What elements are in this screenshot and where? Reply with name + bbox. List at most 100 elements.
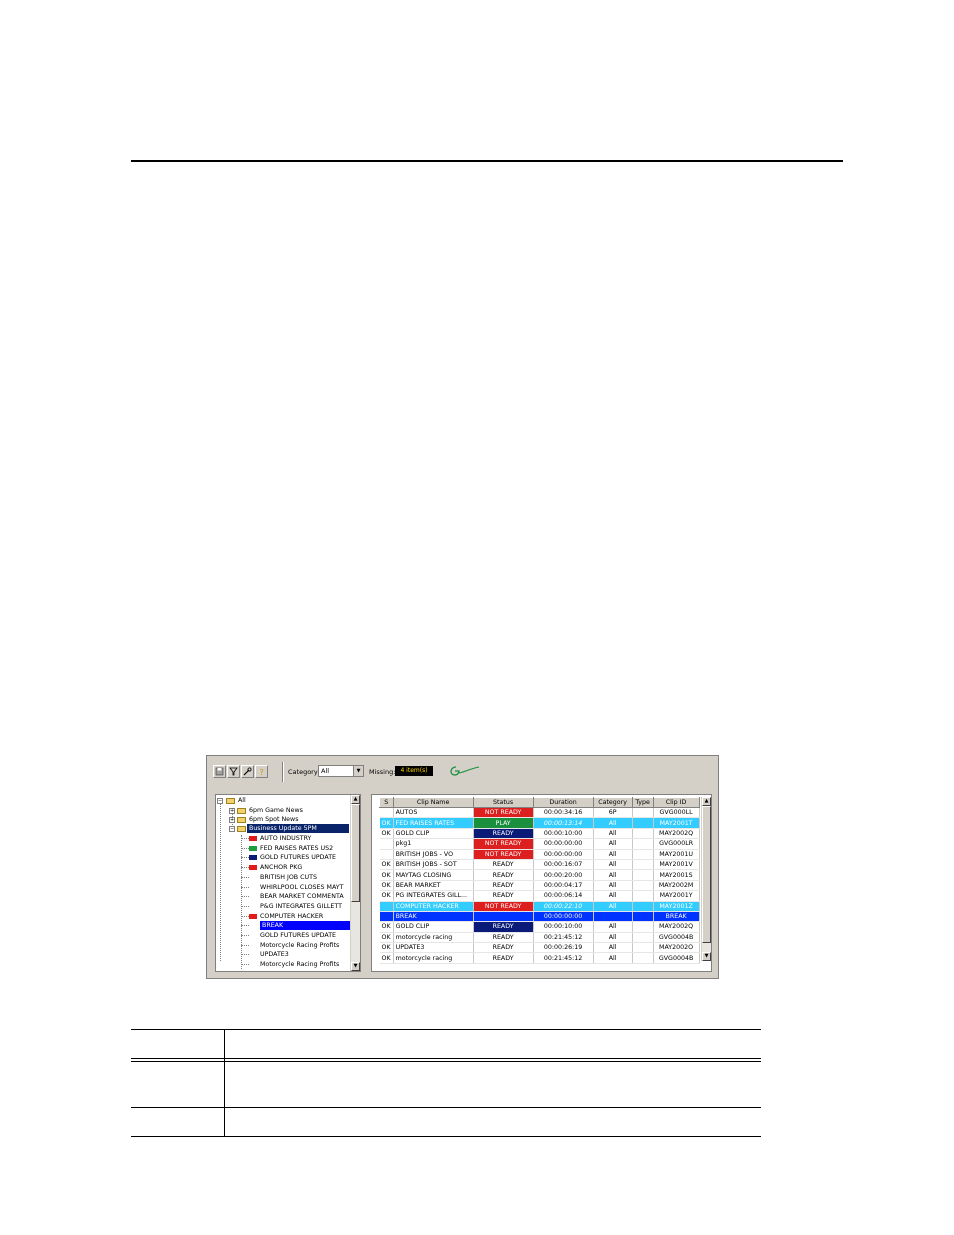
rundown-tree[interactable]: − All + 6pm Game News + 6pm Spot News − … <box>215 794 361 972</box>
status-square-icon <box>249 836 257 841</box>
table-rule <box>131 1107 761 1108</box>
cell-id: MAY2002O <box>653 942 700 954</box>
cell-id: MAY2001Z <box>653 901 700 912</box>
tree-item[interactable]: COMPUTER HACKER <box>260 912 323 921</box>
cell-id: MAY2001V <box>653 859 700 871</box>
clip-grid[interactable]: S Clip Name Status Duration Category Typ… <box>371 794 712 972</box>
tree-item[interactable]: ANCHOR PKG <box>260 863 302 872</box>
table-row[interactable]: OK GOLD CLIP READY 00:00:10:00 All MAY2002Q <box>379 828 700 840</box>
scroll-down-icon[interactable]: ▼ <box>351 962 360 971</box>
filter-icon[interactable] <box>227 765 240 778</box>
cell-type <box>632 817 654 829</box>
table-row[interactable]: OK BEAR MARKET READY 00:00:04:17 All MAY2002M <box>379 880 700 892</box>
folder-icon <box>237 817 246 823</box>
tree-guide <box>241 886 249 888</box>
scroll-up-icon[interactable]: ▲ <box>351 795 360 804</box>
cell-duration: 00:00:10:00 <box>533 921 594 933</box>
cell-type <box>632 942 654 954</box>
table-row[interactable]: OK FED RAISES RATES PLAY 00:00:13:14 All MAY2… <box>379 817 700 829</box>
column-header[interactable]: Clip ID <box>652 797 700 808</box>
tree-item[interactable]: Motorcycle Racing Profits <box>260 941 339 950</box>
scroll-thumb[interactable] <box>702 806 711 943</box>
table-rule <box>131 1136 761 1137</box>
table-row[interactable]: OK motorcycle racing READY 00:21:45:12 All GV… <box>379 952 700 964</box>
cell-duration: 00:00:06:14 <box>533 890 594 902</box>
cell-id: MAY2001Y <box>653 890 700 902</box>
cell-s: OK <box>379 859 394 871</box>
cell-category: All <box>593 942 633 954</box>
scroll-thumb[interactable] <box>351 804 360 902</box>
table-row[interactable]: BRITISH JOBS - VO NOT READY 00:00:00:00 All… <box>379 849 700 860</box>
tree-item[interactable]: UPDATE3 <box>260 950 289 959</box>
cell-category: All <box>593 869 633 881</box>
tree-item[interactable]: WHIRLPOOL CLOSES MAYT <box>260 883 343 892</box>
status-square-icon <box>249 855 257 861</box>
grid-scrollbar[interactable]: ▲ ▼ <box>701 797 711 961</box>
cell-id: MAY2001S <box>653 869 700 881</box>
tree-folder-selected[interactable]: Business Update 5PM <box>247 824 349 833</box>
scroll-up-icon[interactable]: ▲ <box>702 797 711 806</box>
tree-item[interactable]: BEAR MARKET COMMENTA <box>260 892 344 901</box>
tree-item[interactable]: BREAK <box>260 921 350 931</box>
help-icon[interactable]: ? <box>255 765 268 778</box>
tree-item[interactable]: P&G INTEGRATES GILLETT <box>260 902 342 911</box>
status-square-icon <box>249 865 257 871</box>
table-row[interactable]: pkg1 NOT READY 00:00:00:00 All GVG000LR <box>379 838 700 850</box>
table-row[interactable]: OK motorcycle racing READY 00:21:45:12 All GV… <box>379 932 700 944</box>
table-rule <box>131 1029 761 1030</box>
table-row[interactable]: OK UPDATE3 READY 00:00:26:19 All MAY2002O <box>379 942 700 954</box>
column-header[interactable]: Status <box>472 797 534 808</box>
cell-type <box>632 869 654 881</box>
table-rule <box>131 1058 761 1059</box>
expand-icon[interactable]: + <box>229 817 235 823</box>
cell-duration: 00:00:13:14 <box>533 817 594 829</box>
cell-duration: 00:00:00:00 <box>533 911 594 923</box>
tools-icon[interactable] <box>241 765 254 778</box>
table-row[interactable]: OK BRITISH JOBS - SOT READY 00:00:16:07 All M… <box>379 859 700 871</box>
cell-status: NOT READY <box>473 838 534 850</box>
column-header[interactable]: Category <box>592 797 633 808</box>
tree-folder[interactable]: 6pm Spot News <box>249 815 298 824</box>
cell-duration: 00:00:00:00 <box>533 838 594 850</box>
collapse-icon[interactable]: − <box>229 826 235 832</box>
table-row[interactable]: BREAK 00:00:00:00 BREAK <box>379 911 700 923</box>
tree-item[interactable]: FED RAISES RATES US2 <box>260 844 333 853</box>
tree-guide <box>241 954 249 956</box>
cell-duration: 00:00:26:19 <box>533 942 594 954</box>
cell-id: GVG000LR <box>653 838 700 850</box>
table-row[interactable]: OK MAYTAG CLOSING READY 00:00:20:00 All MAY20… <box>379 869 700 881</box>
cell-status: READY <box>473 952 534 964</box>
tree-guide <box>241 935 249 936</box>
tree-scrollbar[interactable]: ▲ ▼ <box>350 795 360 971</box>
cell-category: All <box>593 880 633 892</box>
cell-s: OK <box>379 817 394 829</box>
expand-icon[interactable]: + <box>229 808 235 814</box>
tree-item[interactable]: AUTO INDUSTRY <box>260 834 311 843</box>
tree-item[interactable]: GOLD FUTURES UPDATE <box>260 853 336 862</box>
tree-folder[interactable]: 6pm Game News <box>249 806 303 815</box>
category-select[interactable]: All ▼ <box>318 765 364 777</box>
column-header[interactable]: Duration <box>532 797 594 808</box>
table-row[interactable]: OK GOLD CLIP READY 00:00:10:00 All MAY2002Q <box>379 921 700 933</box>
table-row[interactable]: COMPUTER HACKER NOT READY 00:00:22:10 All MA… <box>379 901 700 912</box>
scroll-down-icon[interactable]: ▼ <box>702 952 711 961</box>
cell-category: All <box>593 859 633 871</box>
cell-status: READY <box>473 921 534 933</box>
collapse-icon[interactable]: − <box>217 798 223 804</box>
column-header[interactable]: Clip Name <box>392 797 474 808</box>
table-row[interactable]: AUTOS NOT READY 00:00:34:16 6P GVG000LL <box>379 807 700 819</box>
cell-id: MAY2002M <box>653 880 700 892</box>
tree-item[interactable]: GOLD FUTURES UPDATE <box>260 931 336 940</box>
save-icon[interactable] <box>213 765 226 778</box>
tree-root[interactable]: All <box>238 796 246 805</box>
cell-name: BRITISH JOBS - SOT <box>393 859 474 871</box>
cell-name: motorcycle racing <box>393 932 474 944</box>
column-header[interactable]: S <box>379 797 394 808</box>
tree-item[interactable]: Motorcycle Racing Profits <box>260 960 339 969</box>
cell-type <box>632 828 654 840</box>
column-header[interactable]: Type <box>631 797 654 808</box>
cell-name: FED RAISES RATES <box>393 817 474 829</box>
chevron-down-icon[interactable]: ▼ <box>353 766 363 776</box>
table-row[interactable]: OK PG INTEGRATES GILL... READY 00:00:06:14 A… <box>379 890 700 902</box>
tree-item[interactable]: BRITISH JOB CUTS <box>260 873 317 882</box>
